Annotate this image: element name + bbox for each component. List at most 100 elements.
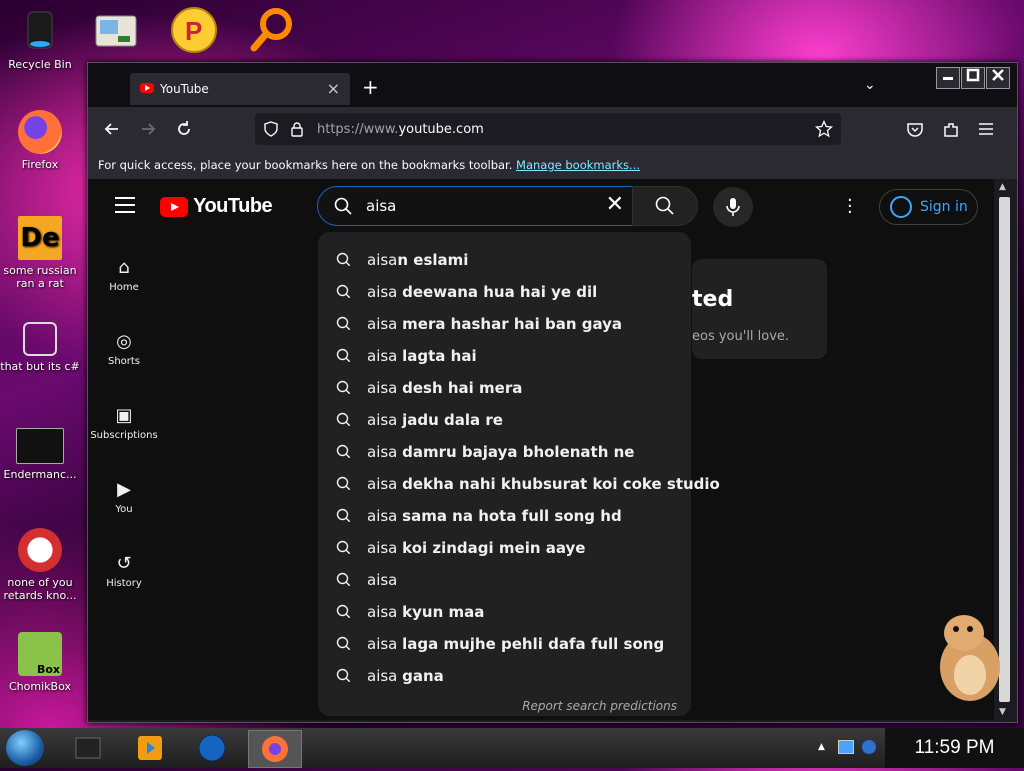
svg-text:P: P: [185, 16, 202, 46]
account-icon: [890, 196, 912, 218]
suggestion-text: aisa koi zindagi mein aaye: [367, 539, 586, 557]
tab-youtube[interactable]: YouTube ×: [130, 73, 350, 105]
maximize-button[interactable]: [961, 67, 985, 89]
sidebar-item-label: You: [115, 504, 133, 515]
settings-more-icon[interactable]: · · ·: [847, 192, 853, 222]
search-suggestion[interactable]: aisa deewana hua hai ye dil: [318, 276, 691, 308]
scroll-up-icon[interactable]: ▲: [999, 182, 1006, 192]
search-icon: [336, 508, 350, 522]
taskbar-clock[interactable]: 11:59 PM: [885, 728, 1024, 768]
search-icon: [334, 197, 352, 215]
microphone-icon: [726, 198, 740, 216]
search-icon: [336, 444, 350, 458]
start-button[interactable]: [6, 730, 44, 766]
volume-icon[interactable]: [862, 740, 876, 754]
sidebar-item-shorts[interactable]: ◎ Shorts: [88, 331, 160, 367]
voice-search-button[interactable]: [713, 187, 753, 227]
search-suggestion[interactable]: aisa sama na hota full song hd: [318, 500, 691, 532]
minimize-icon: [943, 77, 953, 80]
taskbar-globe-app[interactable]: [186, 730, 238, 766]
suggestion-text: aisa deewana hua hai ye dil: [367, 283, 598, 301]
taskbar-cube-app[interactable]: [62, 730, 114, 766]
suggestion-text: aisa: [367, 571, 398, 589]
suggestion-text: aisa gana: [367, 667, 444, 685]
search-icon: [336, 412, 350, 426]
firefox-desktop-icon[interactable]: Firefox: [0, 110, 80, 171]
scroll-down-icon[interactable]: ▼: [999, 707, 1006, 717]
clear-search-button[interactable]: ✕: [606, 192, 624, 217]
search-suggestion[interactable]: aisa koi zindagi mein aaye: [318, 532, 691, 564]
recycle-bin-icon[interactable]: [16, 6, 64, 54]
network-icon[interactable]: [838, 740, 854, 754]
back-arrow-icon[interactable]: [102, 119, 122, 139]
sign-in-button[interactable]: Sign in: [879, 189, 978, 225]
search-suggestion[interactable]: aisa dekha nahi khubsurat koi coke studi…: [318, 468, 720, 500]
bookmarks-toolbar: For quick access, place your bookmarks h…: [88, 153, 1017, 179]
bookmark-star-icon[interactable]: [815, 120, 833, 138]
search-suggestion[interactable]: aisa: [318, 564, 691, 596]
forward-arrow-icon[interactable]: [138, 119, 158, 139]
sidebar-item-you[interactable]: ▶ You: [88, 479, 160, 515]
mail-app-icon[interactable]: [92, 6, 140, 54]
search-suggestion[interactable]: aisa mera hashar hai ban gaya: [318, 308, 691, 340]
copy-windows-icon: [23, 322, 57, 356]
tab-close-button[interactable]: ×: [327, 79, 340, 98]
new-tab-button[interactable]: +: [362, 75, 379, 99]
csharp-desktop-icon[interactable]: that but its c#: [0, 322, 80, 373]
search-suggestion[interactable]: aisa laga mujhe pehli dafa full song: [318, 628, 691, 660]
sidebar-item-history[interactable]: ↺ History: [88, 553, 160, 589]
game-p-icon[interactable]: P: [170, 6, 218, 54]
subscriptions-icon: ▣: [115, 405, 133, 426]
search-suggestion[interactable]: aisa jadu dala re: [318, 404, 691, 436]
search-suggestion[interactable]: aisa kyun maa: [318, 596, 691, 628]
endermanch-desktop-icon[interactable]: Endermanc...: [0, 428, 80, 481]
suggestion-text: aisa dekha nahi khubsurat koi coke studi…: [367, 475, 720, 493]
search-query: aisa: [366, 197, 397, 215]
search-tool-icon[interactable]: [248, 6, 296, 54]
globe-icon: [198, 734, 226, 762]
window-titlebar[interactable]: YouTube × + ⌄: [88, 63, 1017, 107]
search-suggestion[interactable]: aisa damru bajaya bholenath ne: [318, 436, 691, 468]
cube-app-icon: [75, 737, 101, 759]
search-suggestion[interactable]: aisan eslami: [318, 244, 691, 276]
tray-expand-icon[interactable]: ▲: [818, 742, 825, 752]
youtube-logo[interactable]: YouTube: [160, 195, 273, 218]
lock-icon[interactable]: [289, 121, 305, 137]
search-button[interactable]: [632, 186, 698, 226]
russian-rat-desktop-icon[interactable]: De some russian ran a rat: [0, 216, 80, 290]
bookmarks-message: For quick access, place your bookmarks h…: [98, 158, 641, 172]
sidebar-item-subscriptions[interactable]: ▣ Subscriptions: [88, 405, 160, 441]
search-suggestion[interactable]: aisa gana: [318, 660, 691, 692]
taskbar-media-player[interactable]: [124, 730, 176, 766]
sidebar-item-label: Shorts: [107, 356, 141, 367]
sidebar-item-home[interactable]: ⌂ Home: [88, 257, 160, 293]
url-bar[interactable]: https://www.youtube.com: [255, 113, 841, 145]
pocket-icon[interactable]: [906, 122, 924, 138]
get-started-card: ted eos you'll love.: [692, 259, 827, 359]
search-icon: [336, 572, 350, 586]
tab-title: YouTube: [160, 82, 209, 96]
suggestion-text: aisa mera hashar hai ban gaya: [367, 315, 623, 333]
manage-bookmarks-link[interactable]: Manage bookmarks...: [516, 158, 640, 172]
report-search-predictions-link[interactable]: Report search predictions: [522, 699, 677, 713]
extensions-icon[interactable]: [942, 121, 960, 139]
none-of-you-desktop-icon[interactable]: none of you retards kno...: [0, 528, 80, 602]
shield-icon[interactable]: [263, 121, 279, 137]
close-window-button[interactable]: [986, 67, 1010, 89]
dragon-app-icon: [18, 528, 62, 572]
chomikbox-desktop-icon[interactable]: Box ChomikBox: [0, 632, 80, 693]
search-suggestion[interactable]: aisa desh hai mera: [318, 372, 691, 404]
card-heading: ted: [692, 287, 734, 312]
recycle-bin-label: Recycle Bin: [8, 58, 72, 71]
list-all-tabs-button[interactable]: ⌄: [864, 77, 876, 93]
hamburger-menu-icon[interactable]: [978, 122, 994, 136]
reload-icon[interactable]: [174, 119, 194, 139]
taskbar-firefox[interactable]: [248, 730, 302, 768]
search-button-icon: [655, 196, 674, 215]
guide-menu-icon[interactable]: [115, 197, 135, 218]
search-icon: [336, 284, 350, 298]
search-input[interactable]: aisa ✕: [317, 186, 633, 226]
search-suggestion[interactable]: aisa lagta hai: [318, 340, 691, 372]
hamster-desktop-pet[interactable]: [930, 605, 1010, 705]
minimize-button[interactable]: [936, 67, 960, 89]
